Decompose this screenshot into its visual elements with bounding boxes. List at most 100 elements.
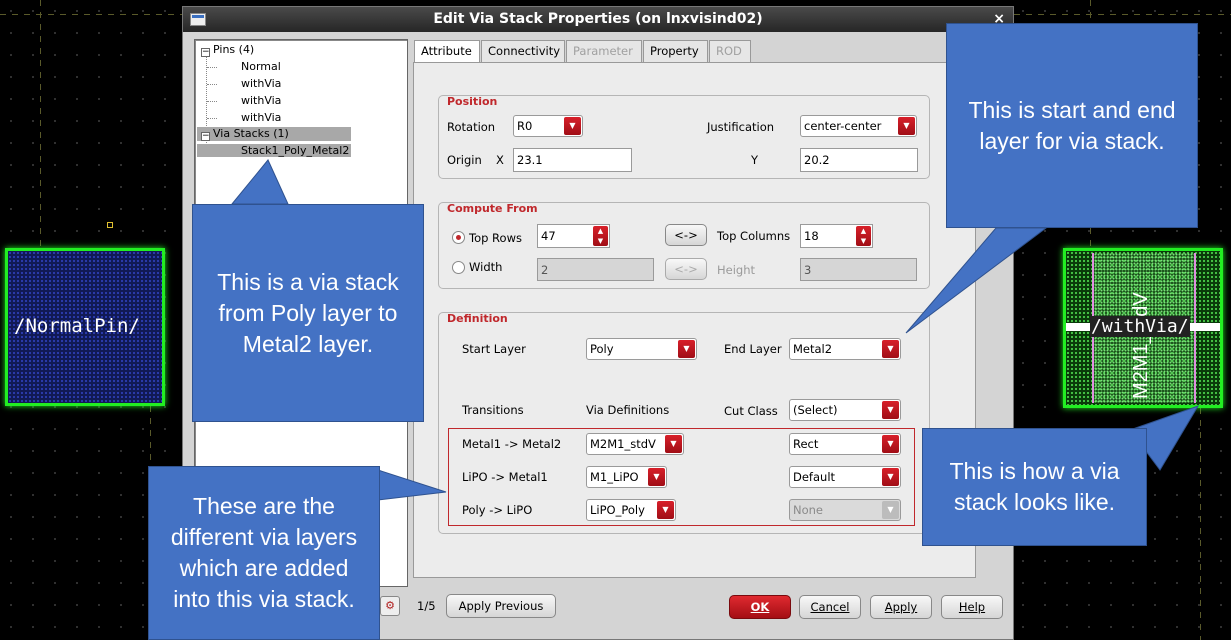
width-input[interactable]: 2 [537, 258, 654, 281]
origin-label: Origin [447, 153, 482, 167]
dropdown-arrow-icon: ▼ [882, 468, 899, 486]
callout-via-stack: This is a via stack from Poly layer to M… [192, 204, 424, 422]
origin-y-label: Y [751, 153, 759, 167]
dropdown-arrow-icon: ▼ [648, 468, 665, 486]
canvas-guide-line [1200, 408, 1201, 640]
tab-rod[interactable]: ROD [709, 40, 751, 62]
cut-class-row-select[interactable]: None ▼ [789, 499, 901, 521]
spinner-arrows-icon[interactable]: ▲ ▼ [593, 226, 608, 246]
start-layer-select[interactable]: Poly ▼ [586, 338, 697, 360]
callout-via-layers: These are the different via layers which… [148, 466, 380, 640]
dropdown-arrow-icon: ▼ [882, 435, 899, 453]
definition-title: Definition [447, 312, 508, 325]
canvas-guide-line [40, 0, 41, 248]
justification-select[interactable]: center-center ▼ [800, 115, 917, 137]
canvas-guide-line [0, 14, 182, 15]
apply-label: Apply [884, 600, 918, 614]
via-pin-shape[interactable]: M2M1_stdV /withVia/ [1063, 248, 1223, 408]
apply-previous-button[interactable]: Apply Previous [446, 594, 556, 618]
ok-button[interactable]: OK [729, 595, 791, 619]
width-label: Width [469, 260, 503, 274]
window-icon [190, 13, 206, 26]
end-layer-select[interactable]: Metal2 ▼ [789, 338, 901, 360]
tree-node-via-stacks[interactable]: − Via Stacks (1) [197, 127, 351, 141]
end-layer-value: Metal2 [793, 342, 833, 356]
compute-from-title: Compute From [447, 202, 538, 215]
tree-node-stack1[interactable]: Stack1_Poly_Metal2 [197, 144, 351, 157]
via-definition-value: M2M1_stdV [590, 437, 656, 451]
help-button[interactable]: Help [941, 595, 1003, 619]
tab-property[interactable]: Property [643, 40, 708, 62]
spinner-arrows-icon[interactable]: ▲ ▼ [856, 226, 871, 246]
dropdown-arrow-icon: ▼ [898, 117, 915, 135]
dropdown-arrow-icon: ▼ [882, 401, 899, 419]
via-definition-value: LiPO_Poly [590, 503, 645, 517]
collapse-icon[interactable]: − [201, 132, 210, 141]
cut-class-header: Cut Class [724, 404, 778, 418]
tree-node-pin-withvia[interactable]: withVia [241, 111, 281, 124]
tree-connector [207, 67, 217, 68]
help-label: Help [958, 600, 986, 614]
tree-node-label: Pins (4) [213, 43, 255, 56]
tree-node-pin-withvia[interactable]: withVia [241, 77, 281, 90]
ok-label: OK [750, 600, 770, 614]
swap-button-disabled[interactable]: <-> [665, 258, 707, 280]
tree-node-pin-withvia[interactable]: withVia [241, 94, 281, 107]
apply-button[interactable]: Apply [870, 595, 932, 619]
stack-navigator-icon[interactable]: ⚙ [380, 596, 400, 616]
tab-attribute[interactable]: Attribute [414, 40, 480, 63]
callout-looks-like: This is how a via stack looks like. [922, 428, 1147, 546]
cut-class-row-select[interactable]: Default ▼ [789, 466, 901, 488]
origin-x-input[interactable]: 23.1 [513, 148, 632, 172]
definition-group: Definition Start Layer Poly ▼ End Layer M… [438, 312, 930, 534]
height-input[interactable]: 3 [800, 258, 917, 281]
transition-label: LiPO -> Metal1 [462, 470, 548, 484]
cancel-label: Cancel [810, 600, 850, 614]
normal-pin-shape[interactable]: /NormalPin/ [5, 248, 165, 406]
width-radio[interactable] [452, 261, 465, 274]
callout-via-layers-text: These are the different via layers which… [170, 493, 358, 612]
via-definition-select[interactable]: LiPO_Poly ▼ [586, 499, 676, 521]
tree-node-pins[interactable]: − Pins (4) [201, 43, 254, 57]
rotation-value: R0 [517, 119, 533, 133]
tab-parameter[interactable]: Parameter [566, 40, 642, 62]
transition-label: Metal1 -> Metal2 [462, 437, 562, 451]
dropdown-arrow-icon: ▼ [657, 501, 674, 519]
dialog-titlebar[interactable]: Edit Via Stack Properties (on lnxvisind0… [183, 7, 1013, 32]
via-definition-select[interactable]: M1_LiPO ▼ [586, 466, 667, 488]
height-label: Height [717, 263, 756, 277]
tree-connector [207, 84, 217, 85]
justification-value: center-center [804, 119, 882, 133]
top-columns-input[interactable]: 18 ▲ ▼ [800, 224, 873, 248]
start-layer-value: Poly [590, 342, 614, 356]
dropdown-arrow-icon: ▼ [564, 117, 581, 135]
canvas-marker [107, 222, 113, 228]
transition-label: Poly -> LiPO [462, 503, 533, 517]
origin-x-label: X [496, 153, 504, 167]
via-definition-label: M2M1_stdV [1130, 292, 1152, 399]
via-definition-select[interactable]: M2M1_stdV ▼ [586, 433, 684, 455]
top-rows-value: 47 [541, 229, 556, 243]
page-indicator: 1/5 [417, 599, 436, 613]
tab-connectivity[interactable]: Connectivity [481, 40, 565, 62]
origin-y-input[interactable]: 20.2 [800, 148, 918, 172]
rotation-select[interactable]: R0 ▼ [513, 115, 583, 137]
swap-button[interactable]: <-> [665, 224, 707, 246]
via-pin-label: /withVia/ [1090, 316, 1190, 337]
top-rows-radio[interactable] [452, 231, 465, 244]
cut-class-select[interactable]: (Select) ▼ [789, 399, 901, 421]
compute-from-group: Compute From Top Rows 47 ▲ ▼ <-> Top Colum… [438, 202, 930, 289]
cancel-button[interactable]: Cancel [799, 595, 861, 619]
callout-looks-like-text: This is how a via stack looks like. [949, 458, 1120, 515]
callout-start-end-text: This is start and end layer for via stac… [968, 96, 1176, 154]
tree-connector [207, 118, 217, 119]
cut-class-row-select[interactable]: Rect ▼ [789, 433, 901, 455]
via-definitions-header: Via Definitions [586, 403, 670, 417]
callout-via-stack-text: This is a via stack from Poly layer to M… [217, 268, 399, 357]
tree-node-pin-normal[interactable]: Normal [241, 60, 281, 73]
top-columns-label: Top Columns [717, 229, 791, 243]
dropdown-arrow-icon: ▼ [665, 435, 682, 453]
callout-start-end-layer: This is start and end layer for via stac… [946, 23, 1198, 228]
top-rows-input[interactable]: 47 ▲ ▼ [537, 224, 610, 248]
collapse-icon[interactable]: − [201, 48, 210, 57]
